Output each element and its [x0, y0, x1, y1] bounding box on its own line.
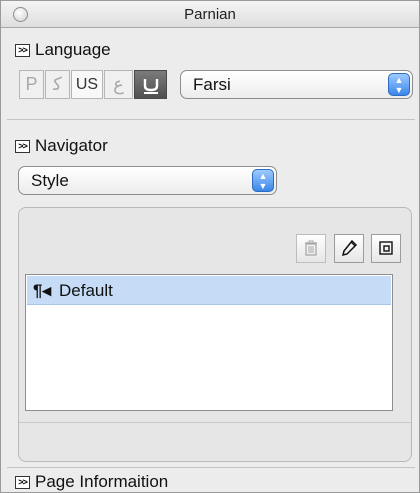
- edit-style-button[interactable]: [334, 234, 364, 263]
- language-select[interactable]: Farsi ▲ ▼: [180, 70, 413, 99]
- lang-button-us[interactable]: US: [71, 70, 103, 99]
- new-style-icon: [379, 241, 393, 255]
- new-style-button[interactable]: [371, 234, 401, 263]
- language-section-header[interactable]: >> Language: [15, 39, 111, 61]
- paragraph-style-icon: ¶◂: [33, 281, 51, 300]
- navigator-select[interactable]: Style ▲ ▼: [18, 166, 277, 195]
- disclosure-icon[interactable]: >>: [15, 475, 30, 489]
- page-info-label: Page Informaition: [35, 472, 169, 491]
- title-bar[interactable]: Parnian: [1, 1, 419, 28]
- disclosure-icon[interactable]: >>: [15, 139, 30, 153]
- lang-button-kaf[interactable]: ﮐ: [45, 70, 70, 99]
- lang-button-p[interactable]: P: [19, 70, 44, 99]
- divider: [7, 119, 415, 120]
- disclosure-icon[interactable]: >>: [15, 43, 30, 57]
- pencil-icon: [341, 239, 358, 257]
- language-select-value: Farsi: [193, 75, 231, 94]
- navigator-select-value: Style: [31, 171, 69, 190]
- select-arrows-icon: ▲ ▼: [388, 73, 410, 96]
- window-title: Parnian: [184, 6, 236, 23]
- page-info-section-header[interactable]: >> Page Informaition: [15, 471, 168, 493]
- navigator-label: Navigator: [35, 136, 108, 155]
- navigator-section-header[interactable]: >> Navigator: [15, 135, 108, 157]
- lang-button-ain[interactable]: ع: [104, 70, 133, 99]
- language-label: Language: [35, 40, 111, 59]
- styles-status-strip: [19, 422, 411, 461]
- parnian-palette: Parnian >> Language P ﮐ US ع Farsi ▲ ▼ >>…: [0, 0, 420, 493]
- list-item[interactable]: ¶◂ Default: [27, 276, 391, 305]
- direction-icon: [143, 79, 158, 94]
- trash-icon: [305, 240, 317, 256]
- divider: [7, 467, 415, 468]
- delete-style-button[interactable]: [296, 234, 326, 263]
- styles-list[interactable]: ¶◂ Default: [25, 274, 393, 411]
- list-item-label: Default: [59, 281, 113, 300]
- select-arrows-icon: ▲ ▼: [252, 169, 274, 192]
- keyboard-direction-button[interactable]: [134, 70, 167, 99]
